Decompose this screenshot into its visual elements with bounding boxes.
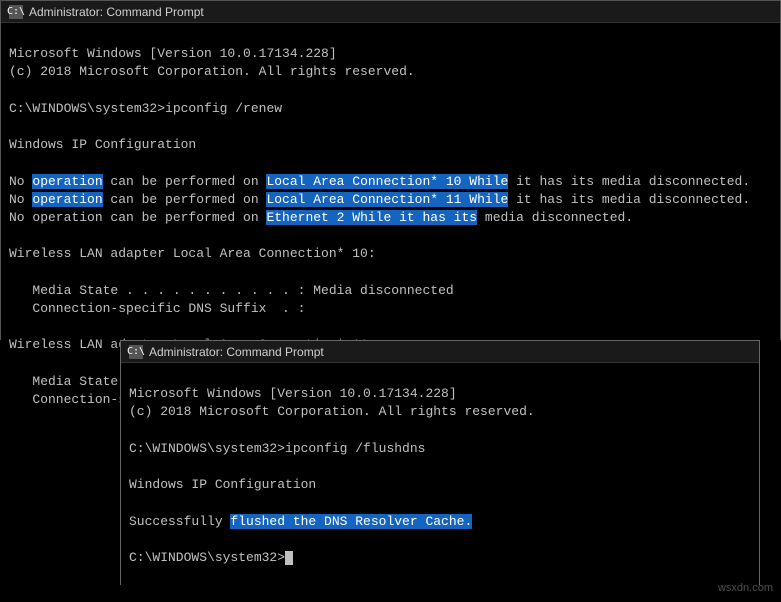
- line-2: (c) 2018 Microsoft Corporation. All righ…: [9, 64, 415, 79]
- highlight-eth: Ethernet 2 While it has its: [266, 210, 477, 225]
- highlight-op2: operation: [32, 192, 102, 207]
- b-line-6: Windows IP Configuration: [129, 477, 316, 492]
- highlight-op1: operation: [32, 174, 102, 189]
- no-op-line1: No operation can be performed on Local A…: [9, 174, 750, 189]
- line-1: Microsoft Windows [Version 10.0.17134.22…: [9, 46, 337, 61]
- highlight-loc1: Local Area Connection* 10 While: [266, 174, 508, 189]
- bottom-window-title: Administrator: Command Prompt: [149, 345, 324, 359]
- highlight-loc2: Local Area Connection* 11 While: [266, 192, 508, 207]
- b-line-8: Successfully flushed the DNS Resolver Ca…: [129, 514, 472, 529]
- cmd-icon-bottom: C:\: [129, 345, 143, 359]
- bottom-cmd-body: Microsoft Windows [Version 10.0.17134.22…: [121, 363, 759, 589]
- b-line-1: Microsoft Windows [Version 10.0.17134.22…: [129, 386, 457, 401]
- line-4: C:\WINDOWS\system32>ipconfig /renew: [9, 101, 282, 116]
- bottom-titlebar: C:\ Administrator: Command Prompt: [121, 341, 759, 363]
- no-op-line3: No operation can be performed on Etherne…: [9, 210, 633, 225]
- top-window-title: Administrator: Command Prompt: [29, 5, 204, 19]
- b-line-4: C:\WINDOWS\system32>ipconfig /flushdns: [129, 441, 425, 456]
- cmd-window-bottom: C:\ Administrator: Command Prompt Micros…: [120, 340, 760, 585]
- flush-highlight: flushed the DNS Resolver Cache.: [230, 514, 472, 529]
- cmd-window-top: C:\ Administrator: Command Prompt Micros…: [0, 0, 781, 340]
- wireless1-dns: Connection-specific DNS Suffix . :: [9, 301, 305, 316]
- b-line-2: (c) 2018 Microsoft Corporation. All righ…: [129, 404, 535, 419]
- no-op-line2: No operation can be performed on Local A…: [9, 192, 750, 207]
- watermark: wsxdn.com: [718, 582, 773, 594]
- cursor: [285, 551, 293, 565]
- top-titlebar: C:\ Administrator: Command Prompt: [1, 1, 780, 23]
- wireless1-header: Wireless LAN adapter Local Area Connecti…: [9, 246, 376, 261]
- b-prompt: C:\WINDOWS\system32>: [129, 550, 285, 565]
- line-6: Windows IP Configuration: [9, 137, 196, 152]
- cmd-icon: C:\: [9, 5, 23, 19]
- wireless1-media: Media State . . . . . . . . . . . : Medi…: [9, 283, 454, 298]
